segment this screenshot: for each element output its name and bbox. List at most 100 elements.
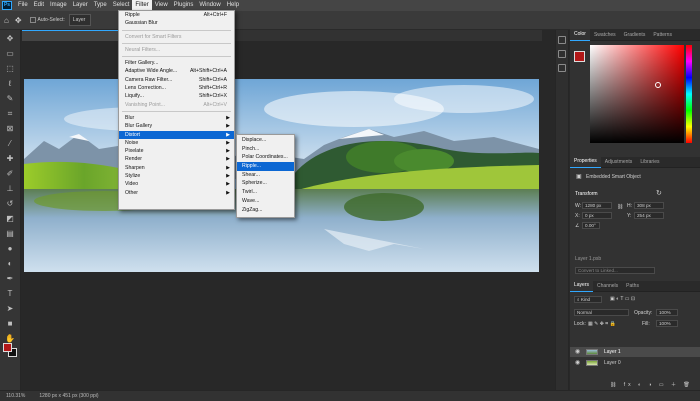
layer-kind-filter[interactable]: ⌕ Kind bbox=[574, 296, 602, 303]
menu-item-ripple-last[interactable]: Ripple Alt+Ctrl+F bbox=[119, 11, 234, 19]
tab-libraries[interactable]: Libraries bbox=[636, 157, 663, 168]
visibility-eye-icon[interactable]: ◉ bbox=[575, 349, 580, 355]
submenu-arrow-icon: ▶ bbox=[226, 189, 230, 196]
x-field[interactable]: 0 px bbox=[582, 212, 612, 219]
menu-item-gaussian-blur[interactable]: Gaussian Blur bbox=[119, 19, 234, 27]
rectangle-tool-icon[interactable]: ■ bbox=[4, 317, 17, 330]
menu-item-noise[interactable]: Noise ▶ bbox=[119, 139, 234, 147]
layer-name[interactable]: Layer 0 bbox=[604, 358, 621, 368]
layer-row[interactable]: ◉ Layer 1 bbox=[570, 347, 700, 357]
tab-properties[interactable]: Properties bbox=[570, 156, 601, 168]
brush-settings-icon[interactable] bbox=[558, 50, 566, 58]
tab-adjustments[interactable]: Adjustments bbox=[601, 157, 637, 168]
menu-item-camera-raw-filter[interactable]: Camera Raw Filter... Shift+Ctrl+A bbox=[119, 76, 234, 84]
menu-item-blur[interactable]: Blur ▶ bbox=[119, 114, 234, 122]
opacity-field[interactable]: 100% bbox=[656, 309, 678, 316]
layer-name[interactable]: Layer 1 bbox=[604, 347, 621, 357]
color-picker-cursor[interactable] bbox=[655, 82, 661, 88]
document-info[interactable]: 1280 px x 451 px (300 ppi) bbox=[39, 393, 98, 399]
menu-file[interactable]: File bbox=[15, 0, 31, 11]
menu-item-pixelate[interactable]: Pixelate ▶ bbox=[119, 147, 234, 155]
submenu-item-pinch[interactable]: Pinch... bbox=[237, 145, 294, 154]
tab-swatches[interactable]: Swatches bbox=[590, 30, 620, 41]
menu-item-render[interactable]: Render ▶ bbox=[119, 155, 234, 163]
tab-gradients[interactable]: Gradients bbox=[620, 30, 650, 41]
blend-mode-dropdown[interactable]: Normal bbox=[574, 309, 629, 316]
clone-stamp-tool-icon[interactable]: ⊥ bbox=[4, 182, 17, 195]
gradient-tool-icon[interactable]: ▤ bbox=[4, 227, 17, 240]
menu-item-label: Convert for Smart Filters bbox=[125, 33, 182, 40]
tab-channels[interactable]: Channels bbox=[593, 281, 622, 292]
quick-select-tool-icon[interactable]: ✎ bbox=[4, 92, 17, 105]
angle-field[interactable]: 0.00° bbox=[582, 222, 600, 229]
foreground-color-swatch[interactable] bbox=[3, 343, 12, 352]
crop-tool-icon[interactable]: ⌗ bbox=[4, 107, 17, 120]
submenu-arrow-icon: ▶ bbox=[226, 114, 230, 121]
submenu-item-zigzag[interactable]: ZigZag... bbox=[237, 206, 294, 215]
tab-patterns[interactable]: Patterns bbox=[649, 30, 676, 41]
pen-tool-icon[interactable]: ✒ bbox=[4, 272, 17, 285]
home-icon[interactable]: ⌂ bbox=[4, 16, 9, 25]
move-tool-icon[interactable]: ✥ bbox=[15, 16, 22, 25]
document-tab[interactable] bbox=[22, 30, 132, 41]
healing-brush-tool-icon[interactable]: ✚ bbox=[4, 152, 17, 165]
dodge-tool-icon[interactable]: ◐ bbox=[4, 257, 17, 270]
artboard-tool-icon[interactable]: ▭ bbox=[4, 47, 17, 60]
submenu-item-shear[interactable]: Shear... bbox=[237, 171, 294, 180]
convert-to-linked-button[interactable]: Convert to Linked... bbox=[575, 267, 655, 274]
layer-row[interactable]: ◉ Layer 0 bbox=[570, 358, 700, 368]
link-icon[interactable]: ⛓ bbox=[617, 204, 623, 210]
menu-item-stylize[interactable]: Stylize ▶ bbox=[119, 172, 234, 180]
tab-color[interactable]: Color bbox=[570, 29, 590, 41]
lock-icons[interactable]: ▦ ✎ ✥ ⌗ 🔒 bbox=[588, 321, 616, 327]
character-panel-icon[interactable] bbox=[558, 64, 566, 72]
tab-paths[interactable]: Paths bbox=[622, 281, 643, 292]
blur-tool-icon[interactable]: ● bbox=[4, 242, 17, 255]
submenu-item-polar-coordinates[interactable]: Polar Coordinates... bbox=[237, 153, 294, 162]
layers-footer-icons[interactable]: ⛓ fx ◐ ◑ ▭ ＋ 🗑 bbox=[610, 381, 693, 388]
menu-image[interactable]: Image bbox=[47, 0, 70, 11]
marquee-tool-icon[interactable]: ⬚ bbox=[4, 62, 17, 75]
reset-transform-icon[interactable]: ↻ bbox=[656, 189, 662, 197]
eyedropper-tool-icon[interactable]: ⁄ bbox=[4, 137, 17, 150]
submenu-item-displace[interactable]: Displace... bbox=[237, 136, 294, 145]
menu-item-blur-gallery[interactable]: Blur Gallery ▶ bbox=[119, 122, 234, 130]
hue-slider[interactable] bbox=[686, 45, 692, 143]
menu-item-filter-gallery[interactable]: Filter Gallery... bbox=[119, 59, 234, 67]
brush-tool-icon[interactable]: ✐ bbox=[4, 167, 17, 180]
menu-item-video[interactable]: Video ▶ bbox=[119, 180, 234, 188]
menu-item-adaptive-wide-angle[interactable]: Adaptive Wide Angle... Alt+Shift+Ctrl+A bbox=[119, 67, 234, 75]
eraser-tool-icon[interactable]: ◩ bbox=[4, 212, 17, 225]
move-tool-icon[interactable]: ✥ bbox=[4, 32, 17, 45]
height-field[interactable]: 308 px bbox=[634, 202, 664, 209]
history-panel-icon[interactable] bbox=[558, 36, 566, 44]
lasso-tool-icon[interactable]: ℓ bbox=[4, 77, 17, 90]
color-picker-field[interactable] bbox=[590, 45, 684, 143]
auto-select-dropdown[interactable]: Layer bbox=[68, 14, 91, 26]
menu-item-lens-correction[interactable]: Lens Correction... Shift+Ctrl+R bbox=[119, 84, 234, 92]
menu-item-sharpen[interactable]: Sharpen ▶ bbox=[119, 164, 234, 172]
history-brush-tool-icon[interactable]: ↺ bbox=[4, 197, 17, 210]
menu-layer[interactable]: Layer bbox=[70, 0, 91, 11]
menu-item-other[interactable]: Other ▶ bbox=[119, 189, 234, 197]
auto-select-checkbox[interactable] bbox=[29, 17, 36, 23]
menu-item-distort[interactable]: Distort ▶ bbox=[119, 130, 234, 139]
submenu-item-wave[interactable]: Wave... bbox=[237, 197, 294, 206]
visibility-eye-icon[interactable]: ◉ bbox=[575, 360, 580, 366]
submenu-item-spherize[interactable]: Spherize... bbox=[237, 179, 294, 188]
color-panel-foreground-swatch[interactable] bbox=[574, 51, 585, 62]
menu-edit[interactable]: Edit bbox=[31, 0, 47, 11]
type-tool-icon[interactable]: T bbox=[4, 287, 17, 300]
submenu-item-ripple[interactable]: Ripple... bbox=[237, 162, 294, 171]
menu-type[interactable]: Type bbox=[91, 0, 110, 11]
y-field[interactable]: 254 px bbox=[634, 212, 664, 219]
fill-field[interactable]: 100% bbox=[656, 320, 678, 327]
menu-item-liquify[interactable]: Liquify... Shift+Ctrl+X bbox=[119, 92, 234, 100]
width-field[interactable]: 1280 px bbox=[582, 202, 612, 209]
path-selection-tool-icon[interactable]: ➤ bbox=[4, 302, 17, 315]
frame-tool-icon[interactable]: ⊠ bbox=[4, 122, 17, 135]
layer-filter-icons[interactable]: ▣ ◐ T ▭ ⊡ bbox=[610, 296, 635, 302]
submenu-item-twirl[interactable]: Twirl... bbox=[237, 188, 294, 197]
tab-layers[interactable]: Layers bbox=[570, 280, 594, 292]
zoom-level[interactable]: 110.31% bbox=[6, 393, 25, 399]
